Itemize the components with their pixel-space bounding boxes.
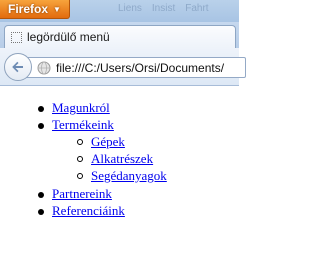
bullet-disc-icon bbox=[38, 106, 44, 112]
bullet-circle-icon bbox=[77, 139, 83, 145]
back-button[interactable] bbox=[4, 53, 32, 81]
bullet-circle-icon bbox=[77, 156, 83, 162]
bullet-disc-icon bbox=[38, 209, 44, 215]
submenu-item: Alkatrészek bbox=[0, 151, 239, 168]
menu-item: Partnereink bbox=[0, 186, 239, 203]
back-arrow-icon bbox=[12, 61, 23, 73]
firefox-menu-label: Firefox bbox=[8, 2, 49, 16]
faded-menu-item: Fahrt bbox=[185, 3, 209, 14]
blank-page-icon bbox=[11, 31, 22, 43]
faded-menu-item: Insist bbox=[151, 3, 176, 14]
menu-item: Termékeink bbox=[0, 117, 239, 134]
bullet-disc-icon bbox=[38, 123, 44, 129]
submenu-item: Segédanyagok bbox=[0, 168, 239, 185]
menu-link-magunkrol[interactable]: Magunkról bbox=[52, 100, 110, 116]
navigation-toolbar: file:///C:/Users/Orsi/Documents/ bbox=[0, 48, 246, 86]
faded-menu-item: Liens bbox=[118, 3, 142, 14]
firefox-menu-button[interactable]: Firefox ▼ bbox=[0, 0, 70, 19]
tab-title: legördülő menü bbox=[27, 30, 110, 44]
tab-strip: legördülő menü bbox=[0, 22, 239, 48]
bullet-disc-icon bbox=[38, 192, 44, 198]
submenu-link-gepek[interactable]: Gépek bbox=[91, 134, 125, 150]
chevron-down-icon: ▼ bbox=[53, 4, 61, 14]
submenu-link-alkatreszek[interactable]: Alkatrészek bbox=[91, 151, 153, 167]
menu-link-partnereink[interactable]: Partnereink bbox=[52, 186, 112, 202]
menu-link-referenciaink[interactable]: Referenciáink bbox=[52, 203, 125, 219]
faded-menu-bar: Liens Insist Fahrt bbox=[118, 3, 209, 14]
page-content: Magunkról Termékeink Gépek Alkatrészek S… bbox=[0, 86, 239, 277]
menu-link-termekeink[interactable]: Termékeink bbox=[52, 117, 114, 133]
window-titlebar: Firefox ▼ Liens Insist Fahrt bbox=[0, 0, 239, 22]
tab-active[interactable]: legördülő menü bbox=[4, 25, 236, 48]
url-text: file:///C:/Users/Orsi/Documents/ bbox=[56, 60, 225, 75]
menu-item: Magunkról bbox=[0, 100, 239, 117]
menu-item: Referenciáink bbox=[0, 203, 239, 220]
submenu-item: Gépek bbox=[0, 134, 239, 151]
bullet-circle-icon bbox=[77, 173, 83, 179]
submenu-link-segedanyagok[interactable]: Segédanyagok bbox=[91, 168, 167, 184]
globe-icon bbox=[37, 61, 51, 74]
url-bar[interactable]: file:///C:/Users/Orsi/Documents/ bbox=[26, 57, 246, 78]
